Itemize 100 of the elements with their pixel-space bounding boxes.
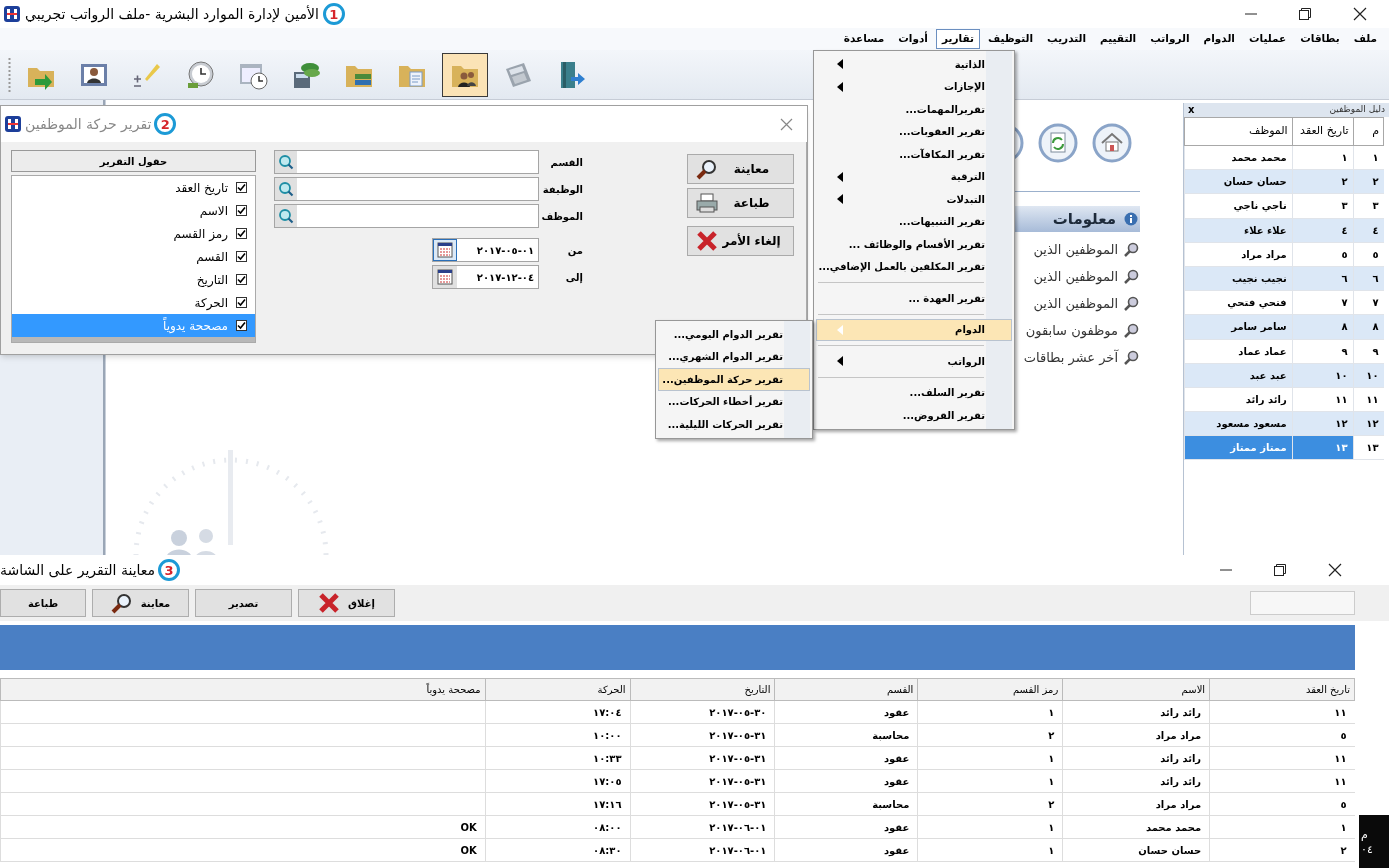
search-icon[interactable] [275, 151, 297, 173]
toolbar-button[interactable]: إغلاق [298, 589, 395, 617]
menu-entry[interactable]: تقرير حركة الموظفين... [658, 368, 810, 391]
table-cell: ٩ [1292, 339, 1354, 364]
checkbox[interactable] [236, 297, 247, 308]
table-cell: ناجي ناجي [1184, 193, 1293, 219]
close-button[interactable]: x [1188, 105, 1195, 115]
table-cell: ٩ [1353, 339, 1384, 364]
table-cell: ٦ [1353, 266, 1384, 291]
menu-entry[interactable]: تقرير العقوبات... [816, 120, 1012, 143]
maximize-icon[interactable] [1299, 8, 1311, 20]
field-list-item[interactable]: تاريخ العقد [12, 176, 255, 199]
toolbar-button[interactable]: معاينة [92, 589, 189, 617]
cross-icon [696, 230, 718, 252]
home-icon[interactable] [1092, 123, 1132, 163]
step-badge: 1 [322, 3, 345, 25]
refresh-icon[interactable] [1038, 123, 1078, 163]
submenu-arrow-icon [837, 59, 843, 70]
checkbox[interactable] [236, 320, 247, 331]
search-icon[interactable] [275, 178, 297, 200]
field-list-item[interactable]: الاسم [12, 199, 255, 222]
window-title: الأمين لإدارة الموارد البشرية -ملف الرواتب تجريبي [25, 4, 319, 25]
menu-item[interactable]: بطاقات [1294, 29, 1346, 49]
dialog-button[interactable]: معاينة [687, 154, 794, 184]
menu-item[interactable]: تقارير [935, 29, 980, 49]
calendar-icon[interactable] [433, 266, 457, 288]
close-icon[interactable] [1328, 563, 1342, 577]
info-link[interactable]: آخر عشر بطاقات [1023, 348, 1118, 368]
column-header: الاسم [1062, 678, 1210, 701]
menu-entry[interactable]: تقرير الدوام الشهري... [658, 345, 810, 368]
checkbox[interactable] [236, 182, 247, 193]
menu-entry[interactable]: تقرير المكافآت... [816, 143, 1012, 166]
lookup-field[interactable] [274, 204, 539, 228]
menu-entry[interactable]: الذاتية [816, 53, 1012, 76]
menu-item[interactable]: الدوام [1197, 29, 1241, 49]
menu-item[interactable]: التدريب [1041, 29, 1093, 49]
menu-item[interactable]: ملف [1347, 29, 1383, 49]
calendar-icon[interactable] [433, 239, 457, 261]
menu-item[interactable]: الرواتب [1144, 29, 1196, 49]
date-field[interactable]: ٠١-٠٥-٢٠١٧ [432, 238, 539, 262]
field-list-item[interactable]: القسم [12, 245, 255, 268]
lookup-field[interactable] [274, 177, 539, 201]
info-link[interactable]: الموظفين الذين [1033, 240, 1118, 260]
menu-entry[interactable]: تقرير الدوام اليومي... [658, 323, 810, 346]
menu-entry[interactable]: التبدلات [816, 188, 1012, 211]
field-list-item[interactable]: الحركة [12, 291, 255, 314]
submenu-arrow-icon [837, 81, 843, 92]
table-cell: مسعود مسعود [1184, 411, 1293, 436]
info-link[interactable]: الموظفين الذين [1033, 294, 1118, 314]
lookup-field[interactable] [274, 150, 539, 174]
table-cell: محمد محمد [1145, 821, 1202, 833]
menu-entry[interactable]: تقرير الحركات الليلية... [658, 413, 810, 436]
menu-entry[interactable]: الدوام [816, 318, 1012, 341]
checkbox[interactable] [236, 228, 247, 239]
menu-item[interactable]: مساعدة [837, 29, 891, 49]
toolbar-button[interactable] [442, 52, 488, 97]
dialog-button[interactable]: إلغاء الأمر [687, 226, 794, 256]
info-link[interactable]: الموظفين الذين [1033, 267, 1118, 287]
toolbar-button[interactable]: تصدير [195, 589, 292, 617]
menu-entry[interactable]: تقرير السلف... [816, 381, 1012, 404]
menu-entry[interactable]: تقرير القروض... [816, 404, 1012, 427]
menu-entry[interactable]: الترقية [816, 165, 1012, 188]
table-cell: ١١ [1292, 387, 1354, 412]
close-icon[interactable] [1353, 7, 1367, 21]
menu-entry[interactable]: تقريرالمهمات... [816, 98, 1012, 121]
table-cell: ١ [1340, 821, 1347, 833]
menu-entry[interactable]: الإجازات [816, 75, 1012, 98]
table-cell: ١٢ [1292, 411, 1354, 436]
toolbar-button[interactable]: طباعة [0, 589, 86, 617]
date-field[interactable]: ٠٤-١٢-٢٠١٧ [432, 265, 539, 289]
table-cell-text: ١٠:٣٣ [593, 751, 622, 766]
menu-entry[interactable]: تقرير التنبيهات... [816, 210, 1012, 233]
table-cell: ٢ [1340, 844, 1347, 856]
field-list-item[interactable]: رمز القسم [12, 222, 255, 245]
table-cell: رائد رائد [1184, 387, 1293, 412]
menu-item[interactable]: التوظيف [981, 29, 1040, 49]
checkbox[interactable] [236, 274, 247, 285]
menu-item[interactable]: عمليات [1242, 29, 1293, 49]
search-icon[interactable] [275, 205, 297, 227]
menu-entry[interactable]: الرواتب [816, 350, 1012, 373]
checkbox[interactable] [236, 251, 247, 262]
menu-item[interactable]: أدوات [892, 29, 934, 49]
table-cell-text: ٣١-٠٥-٢٠١٧ [709, 797, 767, 812]
maximize-icon[interactable] [1274, 564, 1286, 576]
menu-entry[interactable]: تقرير العهدة ... [816, 287, 1012, 310]
dialog-button[interactable]: طباعة [687, 188, 794, 218]
field-list-item[interactable]: التاريخ [12, 268, 255, 291]
checkbox[interactable] [236, 205, 247, 216]
table-cell: نجيب نجيب [1184, 266, 1293, 291]
menu-entry[interactable]: تقرير المكلفين بالعمل الإضافي... [816, 255, 1012, 278]
menu-item[interactable]: التقييم [1094, 29, 1143, 49]
menu-entry[interactable]: تقرير أخطاء الحركات... [658, 390, 810, 413]
table-cell-text: ١٧:٠٥ [593, 774, 622, 789]
info-link[interactable]: موظفون سابقون [1025, 321, 1118, 341]
page-field[interactable] [1250, 591, 1355, 615]
menu-entry[interactable]: تقرير الأقسام والوظائف ... [816, 233, 1012, 256]
table-cell-text: ١٧:١٦ [593, 797, 622, 812]
table-cell-text: ٣١-٠٥-٢٠١٧ [709, 751, 767, 766]
toolbar-grip-icon [8, 57, 11, 92]
table-cell: ٣ [1353, 193, 1384, 219]
